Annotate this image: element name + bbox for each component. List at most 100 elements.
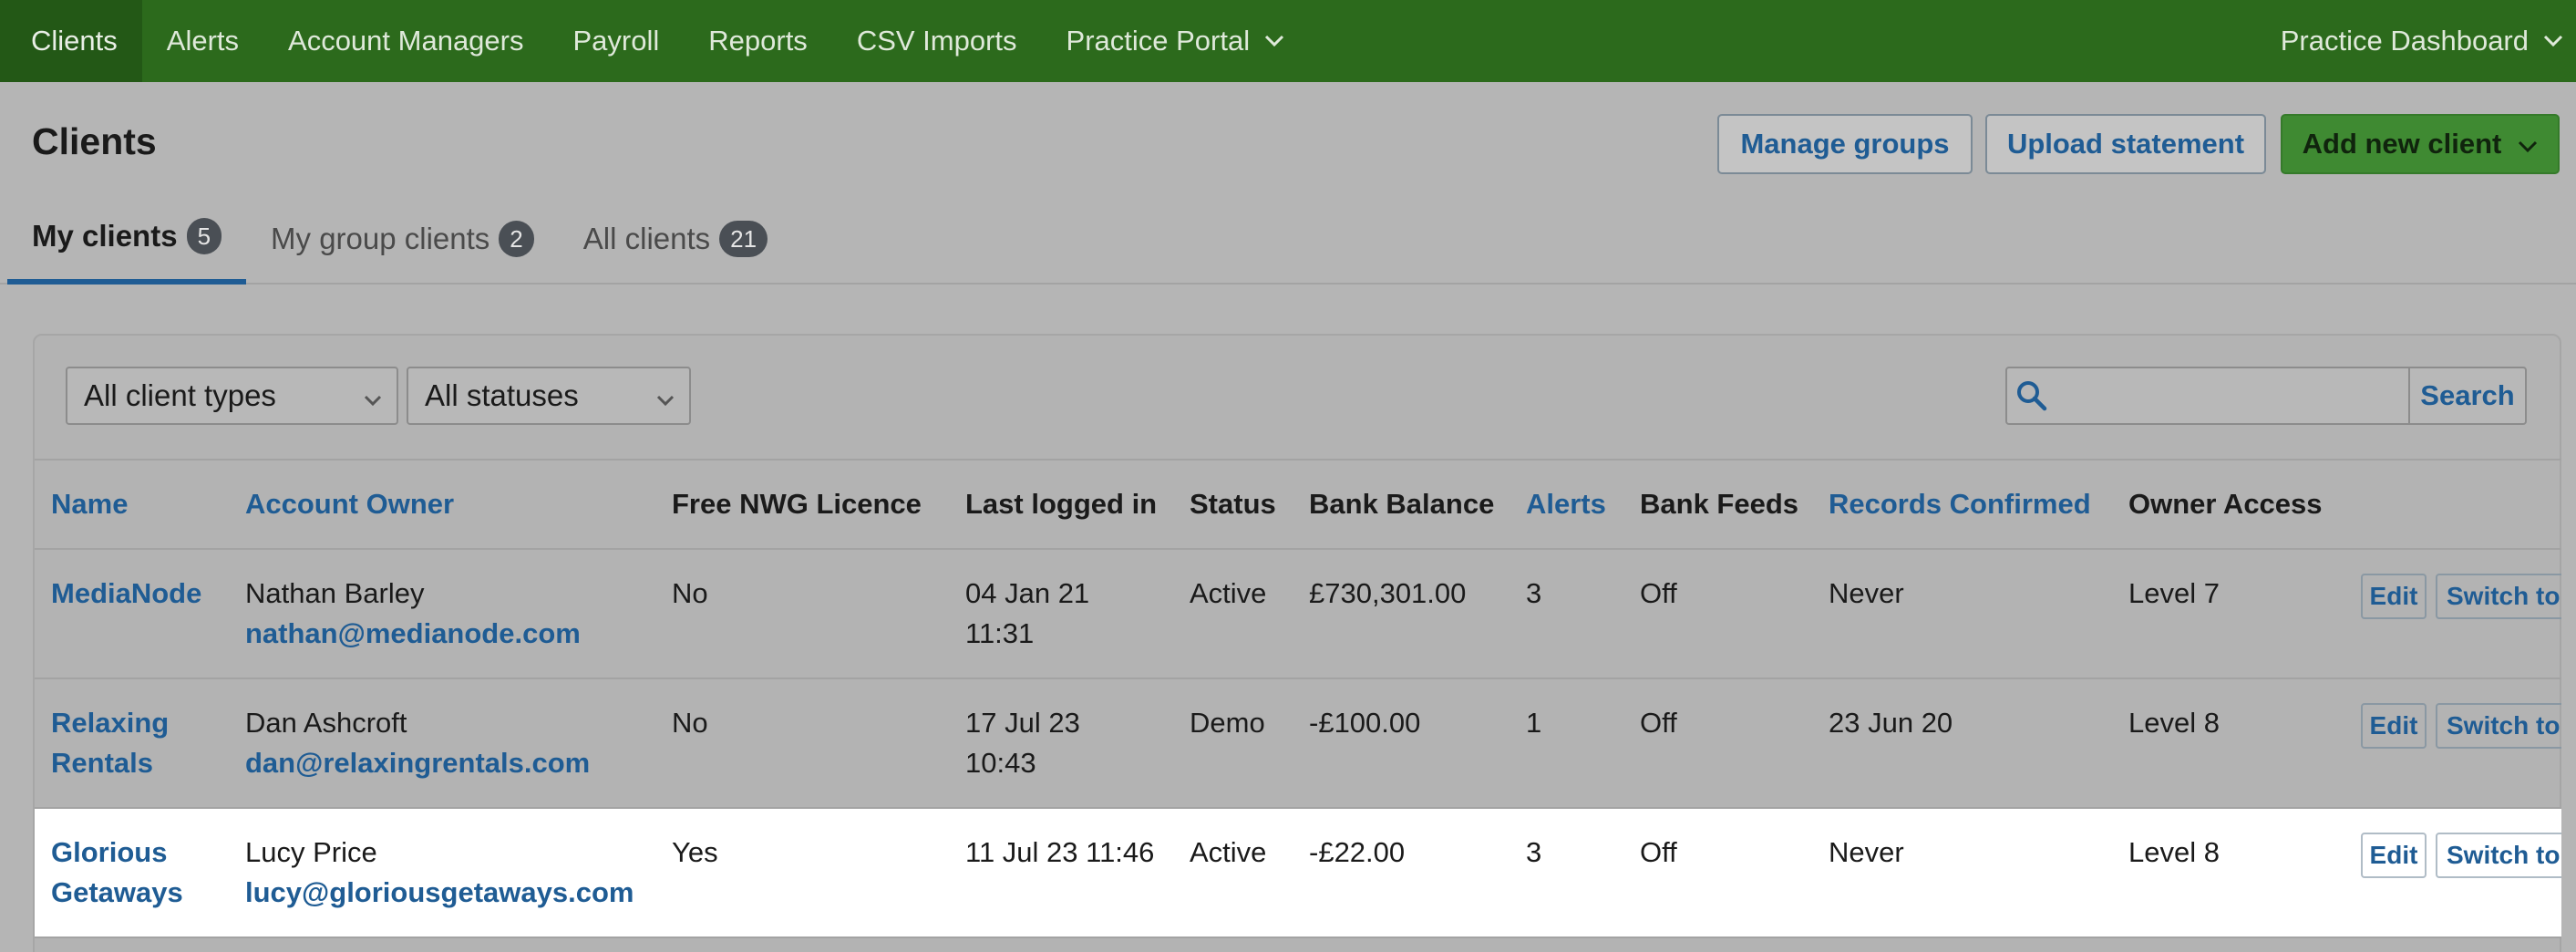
alerts-value: 3 — [1526, 836, 1542, 868]
account-owner: Nathan Barley nathan@medianode.com — [245, 574, 581, 654]
last-logged-in-value: 04 Jan 21 11:31 — [965, 574, 1089, 654]
client-name-link[interactable]: MediaNode — [51, 574, 201, 614]
nav-payroll-label: Payroll — [572, 25, 660, 57]
search-button[interactable]: Search — [2408, 368, 2525, 423]
tab-all-clients[interactable]: All clients 21 — [559, 208, 792, 270]
chevron-down-icon — [656, 378, 675, 413]
column-header-alerts[interactable]: Alerts — [1526, 488, 1606, 521]
tab-label: My group clients — [271, 222, 490, 255]
owner-email-link[interactable]: lucy@gloriousgetaways.com — [245, 873, 634, 913]
manage-groups-button[interactable]: Manage groups — [1717, 114, 1973, 174]
owner-access-value: Level 8 — [2128, 707, 2220, 739]
page-title: Clients — [32, 120, 157, 162]
nav-account-managers-label: Account Managers — [288, 25, 524, 57]
switch-to-button[interactable]: Switch to — [2436, 574, 2561, 619]
last-login-date: 11 Jul 23 11:46 — [965, 836, 1155, 868]
nav-reports-label: Reports — [708, 25, 808, 57]
free-licence-value: No — [672, 577, 708, 609]
client-name-line: Relaxing — [51, 707, 170, 739]
table-row: Glorious Getaways Lucy Price lucy@glorio… — [35, 809, 2561, 938]
edit-button[interactable]: Edit — [2361, 833, 2427, 878]
client-name-line: Rentals — [51, 747, 153, 779]
column-header-owner-access: Owner Access — [2128, 488, 2323, 520]
add-new-client-label: Add new client — [2302, 128, 2502, 160]
column-header-records-confirmed[interactable]: Records Confirmed — [1829, 488, 2091, 521]
edit-button[interactable]: Edit — [2361, 703, 2427, 749]
top-nav: Clients Alerts Account Managers Payroll … — [0, 0, 2576, 82]
count-badge: 21 — [719, 221, 768, 257]
nav-payroll[interactable]: Payroll — [549, 0, 685, 82]
nav-csv-imports[interactable]: CSV Imports — [832, 0, 1042, 82]
status-value: Active — [1190, 577, 1267, 609]
table-row: Relaxing Rentals Dan Ashcroft dan@relaxi… — [35, 679, 2561, 809]
switch-to-button[interactable]: Switch to — [2436, 703, 2561, 749]
last-login-time: 11:31 — [965, 617, 1035, 649]
column-header-status: Status — [1190, 488, 1276, 520]
bank-feeds-value: Off — [1640, 707, 1677, 739]
records-confirmed-value: 23 Jun 20 — [1829, 707, 1953, 739]
bank-feeds-value: Off — [1640, 577, 1677, 609]
column-header-name[interactable]: Name — [51, 488, 128, 521]
client-name-line: Glorious — [51, 836, 168, 868]
free-licence-value: Yes — [672, 836, 718, 868]
last-logged-in-value: 11 Jul 23 11:46 — [965, 833, 1154, 873]
last-login-date: 17 Jul 23 — [965, 707, 1080, 739]
bank-balance-value: -£100.00 — [1309, 707, 1421, 739]
chevron-down-icon — [364, 378, 382, 413]
switch-to-button[interactable]: Switch to — [2436, 833, 2561, 878]
chevron-down-icon — [2518, 128, 2538, 160]
edit-button[interactable]: Edit — [2361, 574, 2427, 619]
owner-email-link[interactable]: dan@relaxingrentals.com — [245, 743, 590, 783]
last-logged-in-value: 17 Jul 23 10:43 — [965, 703, 1080, 783]
nav-clients-label: Clients — [31, 25, 118, 57]
client-type-select[interactable]: All client types — [66, 367, 398, 425]
client-name-line: MediaNode — [51, 577, 202, 609]
tab-label: All clients — [582, 222, 711, 255]
tab-my-clients[interactable]: My clients 5 — [7, 208, 247, 285]
upload-statement-button[interactable]: Upload statement — [1985, 114, 2266, 174]
chevron-down-icon — [1264, 35, 1284, 47]
records-confirmed-value: Never — [1829, 836, 1904, 868]
client-tabs: My clients 5 My group clients 2 All clie… — [7, 208, 792, 285]
last-login-date: 04 Jan 21 — [965, 577, 1090, 609]
client-name-link[interactable]: Relaxing Rentals — [51, 703, 169, 783]
chevron-down-icon — [2543, 35, 2563, 47]
nav-clients[interactable]: Clients — [0, 0, 142, 82]
records-confirmed-value: Never — [1829, 577, 1904, 609]
clients-table: Name Account Owner Free NWG Licence Last… — [35, 459, 2561, 938]
client-type-value: All client types — [84, 378, 276, 412]
owner-name: Nathan Barley — [245, 577, 425, 609]
client-name-line: Getaways — [51, 876, 183, 908]
count-badge: 5 — [186, 218, 222, 254]
nav-practice-portal-label: Practice Portal — [1066, 25, 1251, 57]
count-badge: 2 — [499, 221, 534, 257]
bank-feeds-value: Off — [1640, 836, 1677, 868]
bank-balance-value: £730,301.00 — [1309, 577, 1467, 609]
nav-reports[interactable]: Reports — [684, 0, 832, 82]
account-owner: Dan Ashcroft dan@relaxingrentals.com — [245, 703, 590, 783]
owner-access-value: Level 7 — [2128, 577, 2220, 609]
last-login-time: 10:43 — [965, 747, 1036, 779]
column-header-free-licence: Free NWG Licence — [672, 488, 922, 520]
column-header-bank-balance: Bank Balance — [1309, 488, 1495, 520]
nav-practice-portal[interactable]: Practice Portal — [1042, 0, 1310, 82]
bank-balance-value: -£22.00 — [1309, 836, 1406, 868]
search-input[interactable] — [2056, 368, 2408, 423]
tab-my-group-clients[interactable]: My group clients 2 — [246, 208, 559, 270]
nav-practice-dashboard[interactable]: Practice Dashboard — [2256, 0, 2576, 82]
nav-alerts[interactable]: Alerts — [142, 0, 263, 82]
table-row: MediaNode Nathan Barley nathan@medianode… — [35, 550, 2561, 679]
owner-access-value: Level 8 — [2128, 836, 2220, 868]
client-name-link[interactable]: Glorious Getaways — [51, 833, 183, 913]
add-new-client-button[interactable]: Add new client — [2281, 114, 2560, 174]
column-header-account-owner[interactable]: Account Owner — [245, 488, 454, 521]
owner-email-link[interactable]: nathan@medianode.com — [245, 614, 581, 654]
nav-account-managers[interactable]: Account Managers — [263, 0, 548, 82]
status-value: Demo — [1190, 707, 1265, 739]
account-owner: Lucy Price lucy@gloriousgetaways.com — [245, 833, 634, 913]
alerts-value: 1 — [1526, 707, 1542, 739]
nav-practice-dashboard-label: Practice Dashboard — [2280, 25, 2529, 57]
status-select[interactable]: All statuses — [407, 367, 691, 425]
search-icon — [2007, 368, 2056, 423]
free-licence-value: No — [672, 707, 708, 739]
